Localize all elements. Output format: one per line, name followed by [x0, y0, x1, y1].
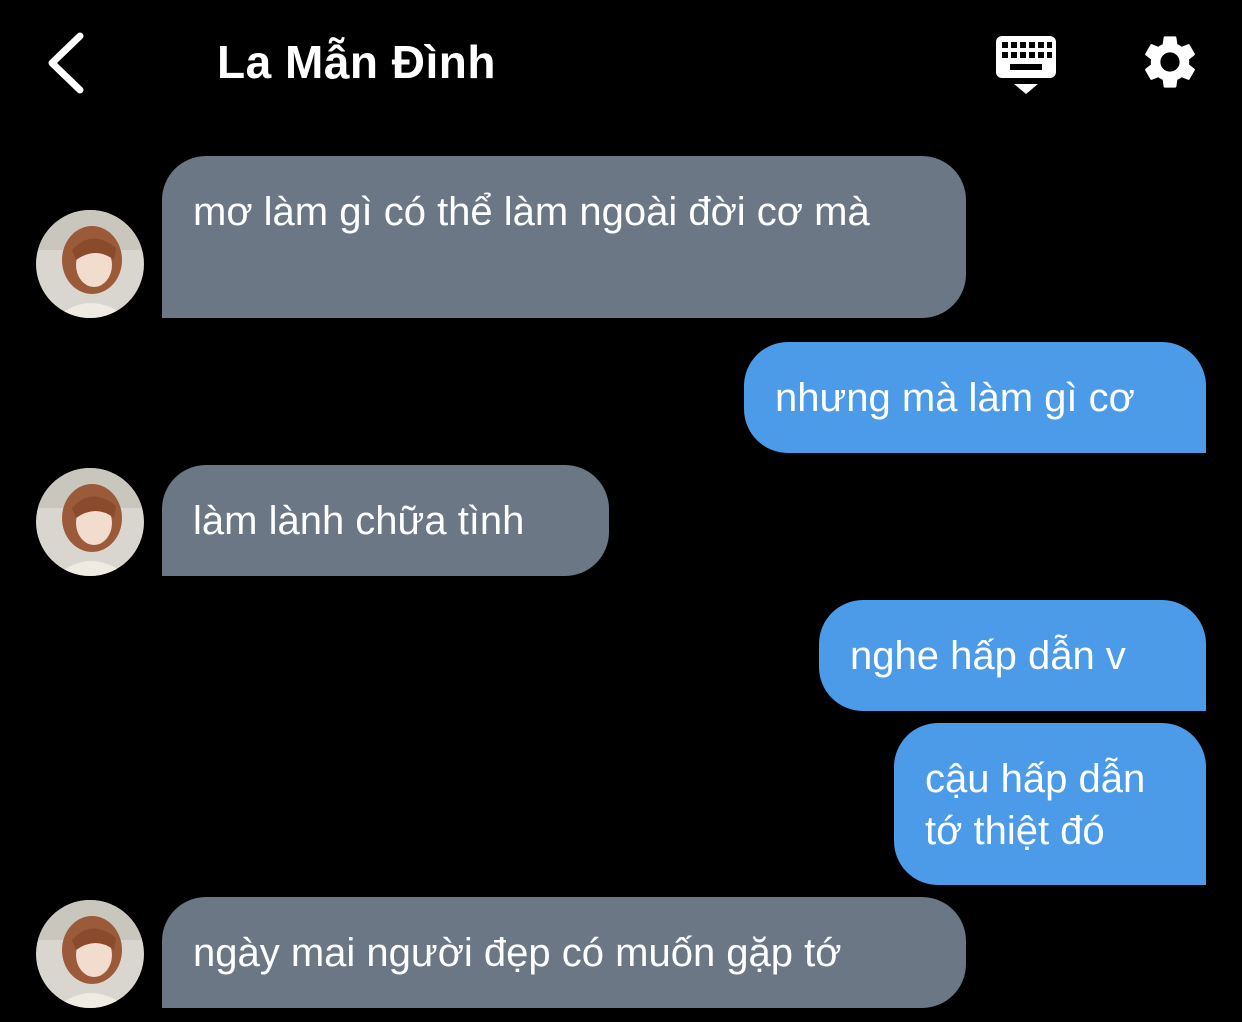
message-bubble-outgoing[interactable]: cậu hấp dẫn tớ thiệt đó: [894, 723, 1206, 885]
gear-icon: [1145, 36, 1195, 88]
avatar-photo: [36, 468, 144, 576]
message-bubble-outgoing[interactable]: nhưng mà làm gì cơ: [744, 342, 1206, 453]
back-button[interactable]: [38, 28, 98, 98]
message-bubble-incoming[interactable]: làm lành chữa tình: [162, 465, 609, 576]
settings-button[interactable]: [1138, 30, 1202, 94]
message-bubble-incoming[interactable]: mơ làm gì có thể làm ngoài đời cơ mà: [162, 156, 966, 318]
avatar-photo: [36, 210, 144, 318]
contact-avatar[interactable]: [36, 468, 144, 576]
chat-header: La Mẫn Đình: [0, 0, 1242, 125]
keyboard-toggle-button[interactable]: [990, 30, 1062, 98]
keyboard-hide-icon: [996, 36, 1056, 94]
contact-avatar[interactable]: [36, 210, 144, 318]
message-text: làm lành chữa tình: [193, 499, 525, 543]
chevron-left-icon: [48, 32, 84, 94]
message-text: cậu hấp dẫn tớ thiệt đó: [925, 757, 1146, 853]
contact-name-title: La Mẫn Đình: [217, 36, 496, 88]
message-text: mơ làm gì có thể làm ngoài đời cơ mà: [193, 190, 870, 234]
message-bubble-incoming[interactable]: ngày mai người đẹp có muốn gặp tớ: [162, 897, 966, 1008]
avatar-photo: [36, 900, 144, 1008]
message-text: nhưng mà làm gì cơ: [775, 376, 1135, 420]
message-text: nghe hấp dẫn v: [850, 634, 1126, 678]
message-bubble-outgoing[interactable]: nghe hấp dẫn v: [819, 600, 1206, 711]
contact-avatar[interactable]: [36, 900, 144, 1008]
message-text: ngày mai người đẹp có muốn gặp tớ: [193, 931, 842, 975]
